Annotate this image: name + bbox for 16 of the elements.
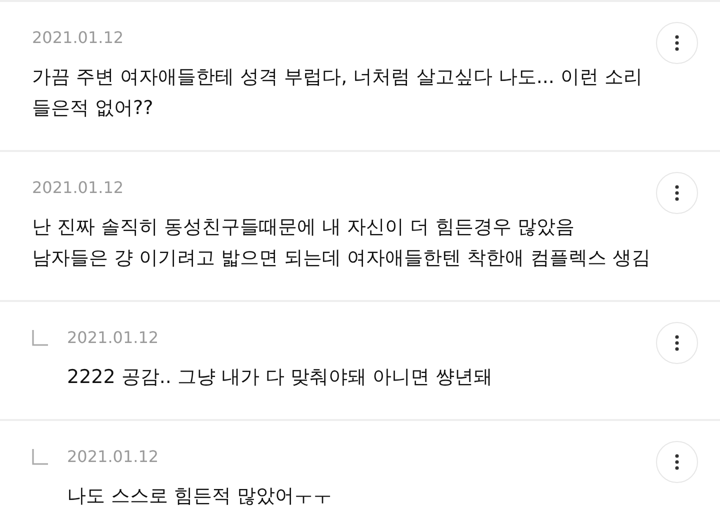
more-options-button[interactable] [656, 322, 698, 364]
more-options-button[interactable] [656, 172, 698, 214]
more-icon [675, 185, 679, 201]
comment-text: 2222 공감.. 그냥 내가 다 맞춰야돼 아니면 썅년돼 [67, 365, 494, 390]
comment-date: 2021.01.12 [32, 178, 125, 198]
comment-date: 2021.01.12 [67, 447, 160, 467]
comment-text: 난 진짜 솔직히 동성친구들때문에 내 자신이 더 힘든경우 많았음 남자들은 걍 이기려고 밟으면 되는데 여자애들한텐 착한애 컴플렉스 생김 [32, 215, 652, 271]
more-options-button[interactable] [656, 22, 698, 64]
more-icon [675, 335, 679, 351]
more-icon [675, 35, 679, 51]
comment-date: 2021.01.12 [32, 28, 125, 48]
comment-text: 나도 스스로 힘든적 많았어ㅜㅜ [67, 484, 334, 509]
more-options-button[interactable] [656, 441, 698, 483]
comment-date: 2021.01.12 [67, 328, 160, 348]
more-icon [675, 454, 679, 470]
comment-text: 가끔 주변 여자애들한테 성격 부럽다, 너처럼 살고싶다 나도... 이런 소리 들은적 없어?? [32, 65, 644, 121]
